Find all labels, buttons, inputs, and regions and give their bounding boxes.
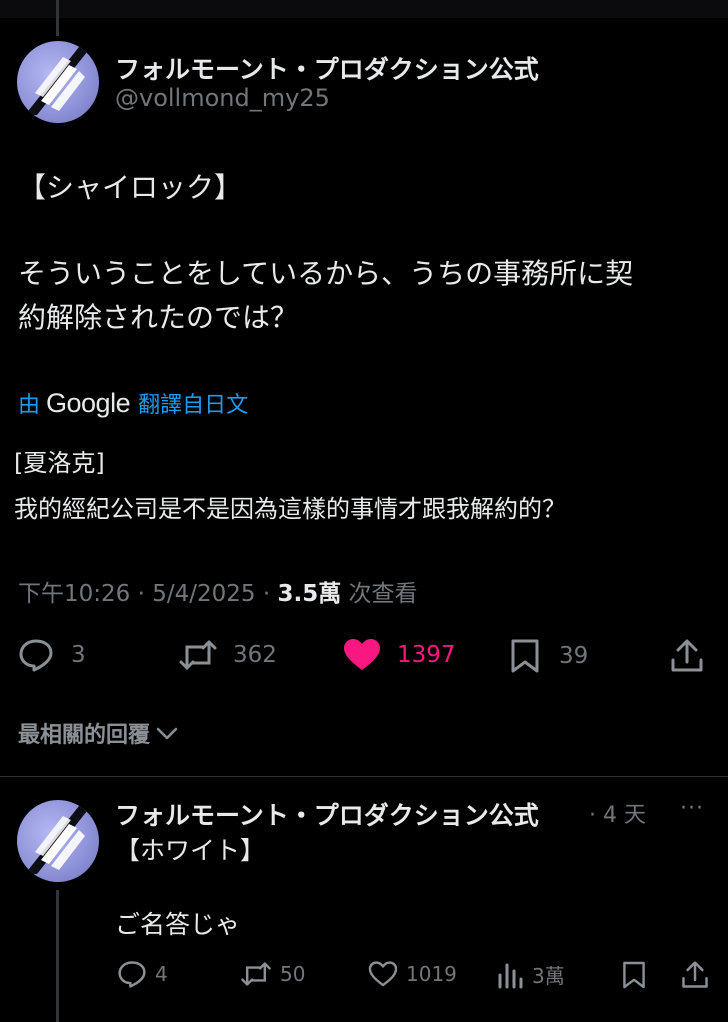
views-label: 次查看 xyxy=(348,581,418,607)
author-name[interactable]: フォルモーント・プロダクション公式 xyxy=(115,50,539,86)
post-time[interactable]: 下午10:26 xyxy=(18,581,130,607)
reply-text-line1: 【ホワイト】 xyxy=(115,836,266,865)
reply-repost-button[interactable]: 50 xyxy=(240,960,305,988)
post-text-line2: そういうことをしているから、うちの事務所に契 xyxy=(18,257,634,290)
like-button[interactable]: 1397 xyxy=(343,638,456,672)
share-icon xyxy=(682,961,708,988)
reply-avatar[interactable] xyxy=(17,800,99,882)
translation-line2: 我的經紀公司是不是因為這樣的事情才跟我解約的？ xyxy=(14,495,566,523)
reply-like-count: 1019 xyxy=(406,962,457,986)
repost-icon xyxy=(179,640,217,670)
post-text-line3: 約解除されたのでは？ xyxy=(18,301,299,334)
like-count: 1397 xyxy=(397,642,456,668)
translation-line1: [夏洛克] xyxy=(14,449,105,477)
repost-count: 362 xyxy=(233,642,277,668)
top-bar xyxy=(0,0,728,18)
reply-like-button[interactable]: 1019 xyxy=(368,960,457,988)
reply-count: 3 xyxy=(71,642,86,668)
avatar[interactable] xyxy=(17,41,99,123)
meta-separator: · xyxy=(262,581,271,607)
reply-reply-count: 4 xyxy=(155,962,168,986)
reply-icon xyxy=(118,961,146,988)
thread-line xyxy=(56,890,59,1022)
reply-views-button[interactable]: 3萬 xyxy=(496,960,565,989)
heart-icon xyxy=(368,961,398,987)
post-date[interactable]: 5/4/2025 xyxy=(152,581,255,607)
divider xyxy=(0,776,728,777)
reply-author-name[interactable]: フォルモーント・プロダクション公式 xyxy=(115,796,539,832)
thread-line xyxy=(56,0,59,36)
post-meta: 下午10:26 · 5/4/2025 · 3.5萬 次查看 xyxy=(18,574,418,608)
views-count: 3.5萬 xyxy=(277,581,342,607)
translate-prefix: 由 xyxy=(18,393,41,418)
reply-text-line2: ご名答じゃ xyxy=(115,910,241,939)
share-button[interactable] xyxy=(670,638,704,674)
more-options-button[interactable]: ··· xyxy=(680,796,704,821)
translate-suffix: 翻譯自日文 xyxy=(138,393,249,418)
translate-attribution[interactable]: 由 Google 翻譯自日文 xyxy=(18,387,248,419)
share-icon xyxy=(671,639,703,672)
reply-repost-count: 50 xyxy=(280,962,306,986)
bookmark-count: 39 xyxy=(559,643,589,669)
replies-sort-dropdown[interactable]: 最相關的回覆 xyxy=(18,717,180,749)
reply-views-count: 3萬 xyxy=(532,964,565,988)
bookmark-icon xyxy=(623,961,645,989)
reply-share-button[interactable] xyxy=(681,960,709,990)
reply-button[interactable]: 3 xyxy=(18,638,86,672)
bookmark-button[interactable]: 39 xyxy=(510,638,588,674)
replies-sort-label: 最相關的回覆 xyxy=(18,723,151,748)
chevron-down-icon xyxy=(156,727,178,740)
reply-reply-button[interactable]: 4 xyxy=(117,960,168,988)
author-handle[interactable]: @vollmond_my25 xyxy=(115,84,330,112)
google-logo: Google xyxy=(46,387,131,418)
reply-bookmark-button[interactable] xyxy=(622,960,646,990)
post-text-line1: 【シャイロック】 xyxy=(18,171,243,204)
reply-time[interactable]: · 4 天 xyxy=(589,797,646,829)
repost-button[interactable]: 362 xyxy=(178,638,277,672)
repost-icon xyxy=(241,962,271,986)
reply-icon xyxy=(19,639,53,672)
views-icon xyxy=(498,963,523,988)
bookmark-icon xyxy=(511,639,539,673)
heart-filled-icon xyxy=(344,639,380,670)
meta-separator: · xyxy=(137,581,145,607)
